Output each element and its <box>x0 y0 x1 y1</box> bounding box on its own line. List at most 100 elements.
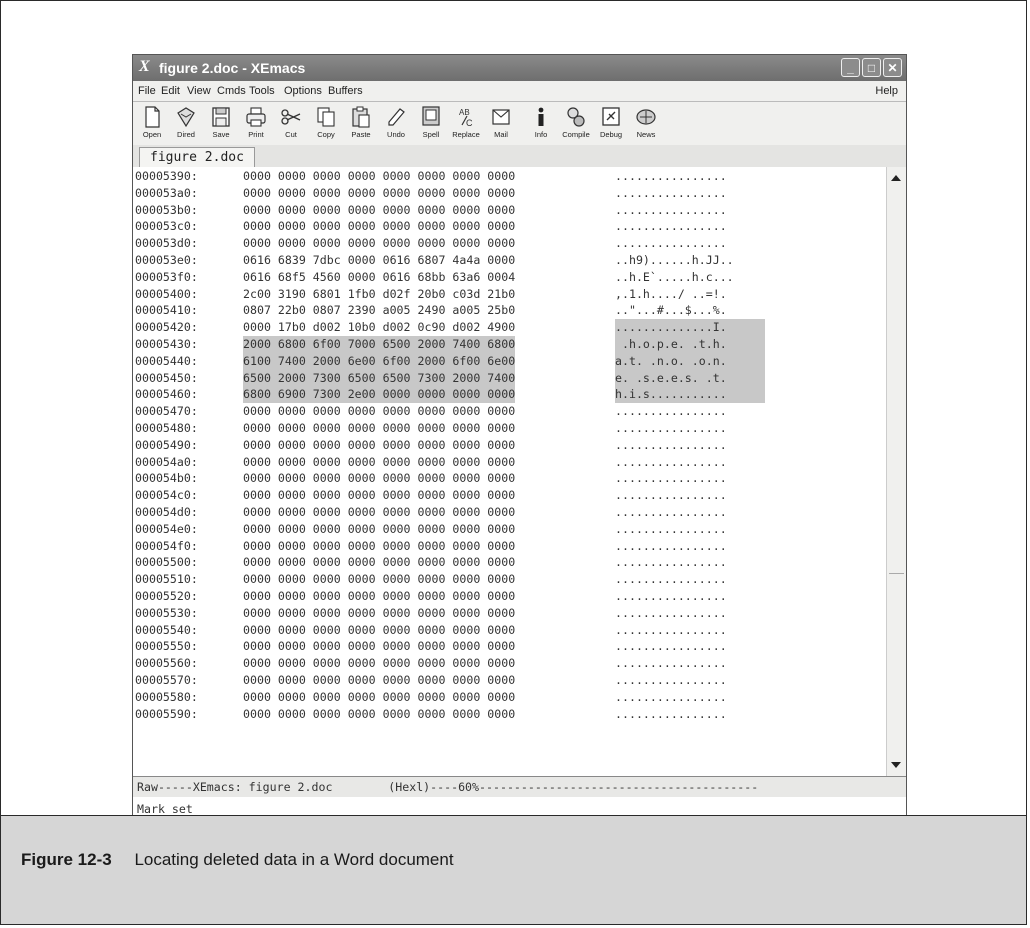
replace-button[interactable]: AB C Replace <box>450 104 482 142</box>
row-ascii: e. .s.e.e.s. .t. <box>615 369 765 387</box>
copy-button[interactable]: Copy <box>310 104 342 142</box>
row-ascii: ................ <box>615 589 727 603</box>
cut-button[interactable]: Cut <box>275 104 307 142</box>
menu-file[interactable]: File <box>138 85 156 97</box>
row-address: 00005560: <box>135 656 198 671</box>
print-label: Print <box>248 130 264 139</box>
row-ascii: ................ <box>615 454 727 469</box>
close-button[interactable]: ✕ <box>883 58 902 77</box>
row-hex-bytes: 0000 0000 0000 0000 0000 0000 0000 0000 <box>243 639 516 654</box>
maximize-button[interactable]: □ <box>862 58 881 77</box>
row-ascii: ................ <box>615 605 727 620</box>
menu-tools[interactable]: Tools <box>249 85 275 97</box>
xemacs-window: X figure 2.doc - XEmacs _ □ ✕ File Edit … <box>132 54 907 823</box>
spell-button[interactable]: Spell <box>415 104 447 142</box>
menu-edit[interactable]: Edit <box>161 85 180 97</box>
window-title: figure 2.doc - XEmacs <box>159 60 306 76</box>
svg-text:AB: AB <box>459 108 470 117</box>
row-ascii: ................ <box>615 656 727 671</box>
row-hex-bytes: 2c00 3190 6801 1fb0 d02f 20b0 c03d 21b0 <box>243 286 516 301</box>
news-icon <box>636 109 656 125</box>
row-ascii: ................ <box>615 404 727 419</box>
mail-icon <box>492 109 510 125</box>
row-ascii: ................ <box>615 185 727 200</box>
info-button[interactable]: Info <box>525 104 557 142</box>
row-hex-bytes: 0000 0000 0000 0000 0000 0000 0000 0000 <box>243 706 516 721</box>
figure-frame: X figure 2.doc - XEmacs _ □ ✕ File Edit … <box>0 0 1027 925</box>
row-address: 00005460: <box>135 387 198 402</box>
row-ascii: ................ <box>615 488 727 503</box>
debug-label: Debug <box>599 130 623 139</box>
row-address: 000054e0: <box>135 521 198 536</box>
row-address: 00005570: <box>135 673 198 687</box>
row-address: 00005490: <box>135 437 198 452</box>
row-hex-bytes: 0000 0000 0000 0000 0000 0000 0000 0000 <box>243 605 516 620</box>
menu-cmds[interactable]: Cmds <box>217 85 246 97</box>
debug-button[interactable]: Debug <box>595 104 627 142</box>
menu-help[interactable]: Help <box>875 85 898 97</box>
row-hex-bytes: 0000 0000 0000 0000 0000 0000 0000 0000 <box>243 488 516 503</box>
row-hex-bytes: 0000 0000 0000 0000 0000 0000 0000 0000 <box>243 505 516 519</box>
row-hex-bytes: 0000 0000 0000 0000 0000 0000 0000 0000 <box>243 404 516 419</box>
row-ascii: ................ <box>615 572 727 587</box>
xemacs-logo-icon: X <box>139 58 150 75</box>
save-button[interactable]: Save <box>205 104 237 142</box>
save-icon <box>212 107 230 127</box>
mail-label: Mail <box>494 130 508 139</box>
row-address: 00005480: <box>135 421 198 435</box>
copy-icon <box>317 107 335 127</box>
row-address: 00005450: <box>135 370 198 385</box>
caption-text: Locating deleted data in a Word document <box>134 850 454 869</box>
row-ascii: ................ <box>615 689 727 704</box>
row-ascii: ................ <box>615 706 727 721</box>
cut-label: Cut <box>285 130 297 139</box>
undo-button[interactable]: Undo <box>380 104 412 142</box>
row-address: 00005580: <box>135 689 198 704</box>
compile-icon <box>567 107 585 127</box>
open-button[interactable]: Open <box>136 104 168 142</box>
news-button[interactable]: News <box>630 104 662 142</box>
save-label: Save <box>212 130 230 139</box>
spell-icon <box>422 106 440 126</box>
title-bar[interactable]: X figure 2.doc - XEmacs _ □ ✕ <box>133 55 906 81</box>
scroll-up-arrow-icon[interactable] <box>891 175 901 181</box>
row-address: 000054f0: <box>135 538 198 553</box>
mail-button[interactable]: Mail <box>485 104 517 142</box>
print-button[interactable]: Print <box>240 104 272 142</box>
paste-button[interactable]: Paste <box>345 104 377 142</box>
row-ascii: ................ <box>615 236 727 251</box>
dired-label: Dired <box>177 130 195 139</box>
buffer-tab[interactable]: figure 2.doc <box>139 147 255 167</box>
minimize-button[interactable]: _ <box>841 58 860 77</box>
row-address: 00005540: <box>135 622 198 637</box>
row-hex-bytes: 0000 0000 0000 0000 0000 0000 0000 0000 <box>243 454 516 469</box>
row-hex-bytes: 0616 6839 7dbc 0000 0616 6807 4a4a 0000 <box>243 253 516 267</box>
menu-options[interactable]: Options <box>284 85 322 97</box>
row-hex-bytes: 0000 0000 0000 0000 0000 0000 0000 0000 <box>243 202 516 217</box>
scroll-down-arrow-icon[interactable] <box>891 762 901 768</box>
row-hex-bytes: 2000 6800 6f00 7000 6500 2000 7400 6800 <box>243 336 516 353</box>
row-ascii: ................ <box>615 202 727 217</box>
hex-editor[interactable]: 00005390: 0000 0000 0000 0000 0000 0000 0… <box>133 167 887 776</box>
row-address: 000053f0: <box>135 269 198 284</box>
row-ascii: ................ <box>615 538 727 553</box>
row-ascii: .h.o.p.e. .t.h. <box>615 336 765 353</box>
row-address: 000054b0: <box>135 471 198 486</box>
row-ascii: ................ <box>615 639 727 654</box>
dired-button[interactable]: Dired <box>170 104 202 142</box>
scroll-thumb[interactable] <box>889 573 904 574</box>
paste-icon <box>352 106 370 128</box>
row-hex-bytes: 0807 22b0 0807 2390 a005 2490 a005 25b0 <box>243 303 516 318</box>
row-address: 000053c0: <box>135 219 198 234</box>
row-ascii: ................ <box>615 219 727 234</box>
row-ascii: ..............I. <box>615 319 765 336</box>
menu-buffers[interactable]: Buffers <box>328 85 363 97</box>
print-icon <box>246 107 266 127</box>
compile-button[interactable]: Compile <box>560 104 592 142</box>
mode-line: Raw-----XEmacs: figure 2.doc (Hexl)----6… <box>133 776 906 798</box>
row-address: 00005440: <box>135 353 198 368</box>
menu-view[interactable]: View <box>187 85 211 97</box>
row-hex-bytes: 0000 0000 0000 0000 0000 0000 0000 0000 <box>243 572 516 587</box>
row-address: 00005410: <box>135 303 198 318</box>
vertical-scrollbar[interactable] <box>886 167 906 776</box>
